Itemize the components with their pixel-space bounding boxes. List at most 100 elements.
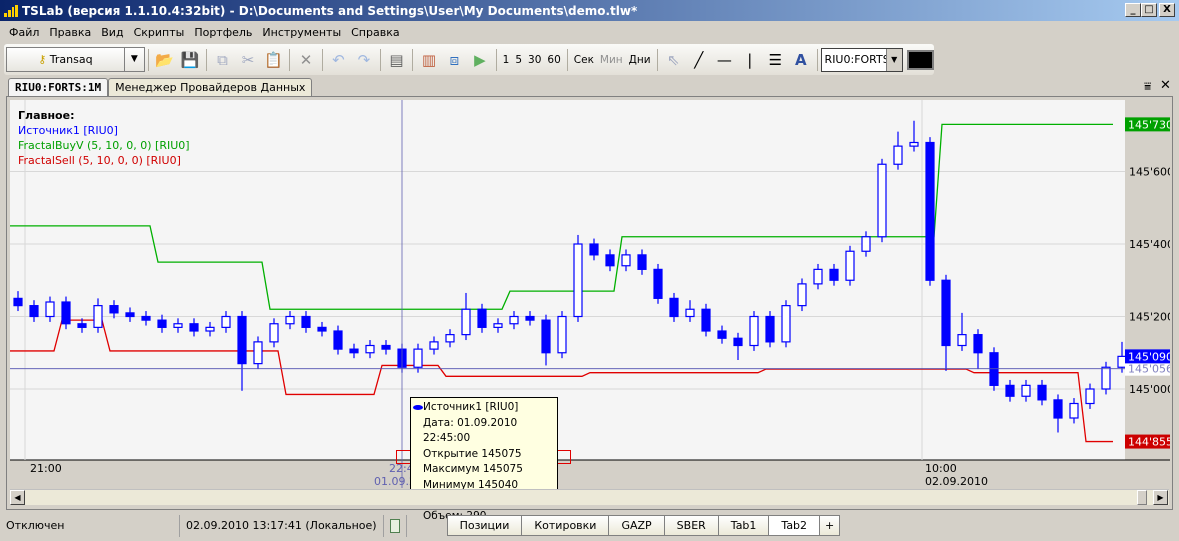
candle-tooltip: Источник1 [RIU0] Дата: 01.09.2010 22:45:…	[410, 397, 558, 522]
scheme-icon[interactable]: ⧈	[444, 49, 466, 71]
properties-icon[interactable]: ▤	[386, 49, 408, 71]
candle-body	[845, 250, 855, 281]
paste-icon[interactable]: 📋	[263, 49, 285, 71]
candle-body	[509, 315, 519, 325]
scroll-right-button[interactable]: ▶	[1153, 490, 1168, 505]
cursor-arrow-icon[interactable]: ⇖	[663, 49, 685, 71]
connection-status: Отключен	[0, 514, 180, 537]
candle-body	[1101, 366, 1111, 390]
menu-file[interactable]: Файл	[4, 26, 44, 39]
chart-icon[interactable]: ▥	[418, 49, 440, 71]
candle-body	[125, 312, 135, 318]
panel-close-icon[interactable]: ✕	[1160, 78, 1171, 93]
candle-body	[621, 254, 631, 267]
chevron-down-icon[interactable]: ▼	[123, 48, 144, 71]
candle	[573, 234, 583, 322]
candle-body	[1085, 388, 1095, 405]
menu-tools[interactable]: Инструменты	[257, 26, 346, 39]
interval-5[interactable]: 5	[515, 54, 522, 66]
panel-menu-icon[interactable]: ⩸	[1144, 79, 1151, 94]
color-picker[interactable]	[906, 49, 935, 70]
last-value-label: 145'090	[1128, 350, 1170, 363]
candle-body	[253, 341, 263, 365]
menu-scripts[interactable]: Скрипты	[129, 26, 190, 39]
unit-sec[interactable]: Сек	[574, 54, 594, 66]
tab-data-provider-manager[interactable]: Менеджер Провайдеров Данных	[108, 78, 313, 96]
menu-edit[interactable]: Правка	[44, 26, 96, 39]
open-folder-icon[interactable]: 📂	[154, 49, 176, 71]
tab-tab1[interactable]: Tab1	[717, 515, 769, 536]
candle-body	[557, 315, 567, 354]
chevron-down-icon[interactable]: ▼	[885, 48, 902, 71]
delete-icon[interactable]: ✕	[295, 49, 317, 71]
provider-select[interactable]: ⚷ Transaq ▼	[6, 47, 145, 72]
chart-legend: Главное: Источник1 [RIU0] FractalBuyV (5…	[18, 108, 190, 168]
menu-help[interactable]: Справка	[346, 26, 404, 39]
legend-source[interactable]: Источник1 [RIU0]	[18, 123, 190, 138]
interval-30[interactable]: 30	[528, 54, 541, 66]
candle-body	[1021, 384, 1031, 397]
interval-60[interactable]: 60	[547, 54, 560, 66]
candle-body	[221, 315, 231, 328]
candle	[925, 137, 935, 286]
play-icon[interactable]: ▶	[469, 49, 491, 71]
unit-days[interactable]: Дни	[629, 54, 651, 66]
symbol-value: RIU0:FORTS	[824, 53, 890, 66]
menu-view[interactable]: Вид	[96, 26, 128, 39]
copy-icon[interactable]: ⧉	[212, 49, 234, 71]
legend-fractal-buy[interactable]: FractalBuyV (5, 10, 0, 0) [RIU0]	[18, 138, 190, 153]
log-icon[interactable]	[384, 514, 407, 537]
candle-body	[1053, 399, 1063, 419]
text-icon[interactable]: A	[790, 49, 812, 71]
candle-body	[525, 315, 535, 321]
provider-label: Transaq	[49, 53, 93, 66]
tab-positions[interactable]: Позиции	[446, 515, 522, 536]
candle-body	[13, 297, 23, 307]
status-time: 02.09.2010 13:17:41 (Локальное)	[180, 514, 384, 537]
tab-sber[interactable]: SBER	[663, 515, 718, 536]
x-label-time: 21:00	[30, 462, 62, 475]
add-tab-button[interactable]: +	[819, 515, 841, 536]
minimize-button[interactable]: _	[1125, 3, 1141, 17]
menu-portfolio[interactable]: Портфель	[189, 26, 257, 39]
tab-quotes[interactable]: Котировки	[521, 515, 609, 536]
y-tick-label: 145'000	[1129, 383, 1170, 396]
candle-body	[317, 326, 327, 332]
tooltip-open: Открытие 145075	[423, 447, 522, 460]
candle-body	[93, 305, 103, 328]
scroll-thumb[interactable]	[1137, 490, 1147, 505]
candle-body	[189, 323, 199, 332]
horizontal-line-icon[interactable]: —	[714, 49, 736, 71]
unit-min[interactable]: Мин	[600, 54, 623, 66]
candle-body	[573, 243, 583, 318]
save-icon[interactable]: 💾	[179, 49, 201, 71]
cut-icon[interactable]: ✂	[237, 49, 259, 71]
candle-body	[893, 145, 903, 165]
tab-tab2[interactable]: Tab2	[768, 515, 820, 536]
tab-chart[interactable]: RIU0:FORTS:1M	[8, 78, 109, 96]
tab-gazp[interactable]: GAZP	[608, 515, 664, 536]
maximize-button[interactable]: □	[1141, 3, 1157, 17]
y-tick-label: 145'400	[1129, 238, 1170, 251]
interval-1[interactable]: 1	[503, 54, 510, 66]
undo-icon[interactable]: ↶	[328, 49, 350, 71]
candle-body	[925, 141, 935, 281]
candle-body	[733, 337, 743, 347]
horizontal-scrollbar[interactable]: ◀ ▶	[10, 489, 1169, 505]
fibonacci-icon[interactable]: ☰	[765, 49, 787, 71]
key-icon: ⚷	[38, 53, 47, 66]
price-axis	[1125, 100, 1170, 460]
candle-body	[269, 323, 279, 343]
close-window-button[interactable]: X	[1159, 3, 1175, 17]
legend-fractal-sell[interactable]: FractalSell (5, 10, 0, 0) [RIU0]	[18, 153, 190, 168]
candle-body	[877, 163, 887, 238]
candle-body	[205, 326, 215, 332]
redo-icon[interactable]: ↷	[353, 49, 375, 71]
trend-line-icon[interactable]: ╱	[688, 49, 710, 71]
vertical-line-icon[interactable]: |	[739, 49, 761, 71]
symbol-select[interactable]: RIU0:FORTS ▼	[820, 47, 903, 72]
scroll-left-button[interactable]: ◀	[10, 490, 25, 505]
candle-body	[669, 297, 679, 318]
candle-body	[77, 323, 87, 328]
candle-body	[973, 334, 983, 354]
